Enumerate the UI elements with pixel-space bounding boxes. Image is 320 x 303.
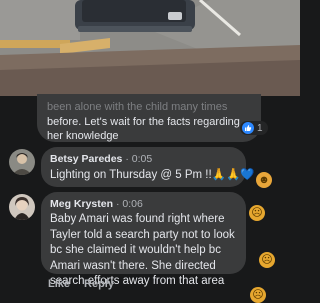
parking-lot-image (0, 0, 300, 96)
comment-actions: Like Reply (48, 278, 114, 290)
comment-author[interactable]: Meg Krysten · 0:06 (50, 198, 143, 210)
like-button[interactable]: Like (48, 278, 70, 290)
comment-bubble[interactable]: Meg Krysten · 0:06 Baby Amari was found … (41, 192, 246, 287)
avatar[interactable] (9, 149, 35, 175)
previous-comment-line: before. Let's wait for the facts regardi… (47, 115, 240, 128)
previous-comment-faded-line: been alone with the child many times (47, 101, 228, 113)
avatar[interactable] (9, 194, 35, 220)
previous-comment-bubble[interactable]: been alone with the child many times bef… (37, 94, 261, 142)
author-name[interactable]: Betsy Paredes (50, 153, 122, 165)
reaction-badge[interactable]: 1 (240, 121, 268, 135)
sad-emoji-icon: ☹ (250, 287, 266, 303)
sad-emoji-icon: ☹ (259, 252, 275, 268)
comment-text: Lighting on Thursday @ 5 Pm !!🙏🙏💙 (50, 169, 255, 181)
comment-author[interactable]: Betsy Paredes · 0:05 (50, 153, 152, 165)
care-emoji-icon: ☻ (256, 172, 272, 188)
shared-photo[interactable] (0, 0, 300, 96)
sad-emoji-icon: ☹ (249, 205, 265, 221)
previous-comment-text: been alone with the child many times bef… (47, 100, 247, 144)
like-icon (242, 122, 254, 134)
reply-button[interactable]: Reply (84, 278, 114, 290)
comment-time: 0:06 (122, 198, 143, 210)
comment-bubble[interactable]: Betsy Paredes · 0:05 Lighting on Thursda… (41, 147, 255, 187)
comment-time: 0:05 (131, 153, 153, 165)
author-name[interactable]: Meg Krysten (50, 198, 113, 210)
reaction-count: 1 (257, 122, 263, 134)
previous-comment-line: her knowledge (47, 130, 119, 142)
